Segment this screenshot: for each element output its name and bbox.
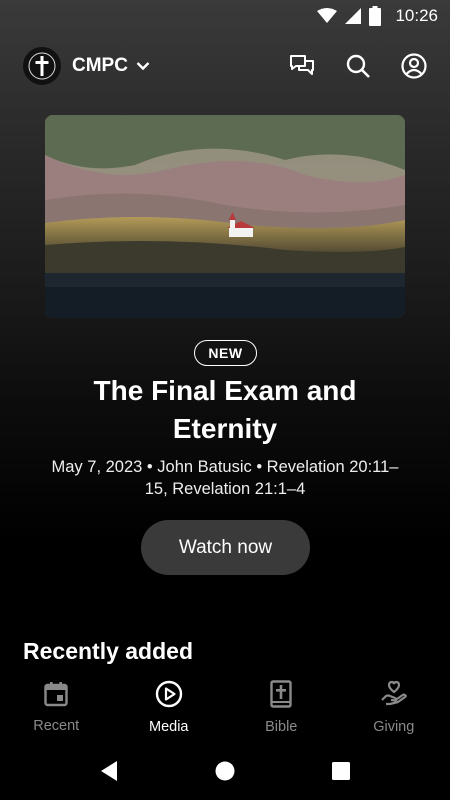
new-badge: NEW	[194, 340, 257, 366]
calendar-icon	[44, 681, 68, 712]
nav-label-media: Media	[149, 718, 189, 735]
chevron-down-icon[interactable]	[136, 61, 150, 71]
search-icon[interactable]	[344, 52, 372, 80]
sermon-title[interactable]: The Final Exam and Eternity	[40, 372, 410, 448]
status-time: 10:26	[395, 6, 438, 25]
recently-added-heading: Recently added	[23, 638, 193, 664]
wifi-icon	[317, 8, 338, 24]
nav-label-giving: Giving	[373, 718, 415, 735]
sermon-meta: May 7, 2023 • John Batusic • Revelation …	[51, 458, 399, 498]
battery-icon	[369, 6, 382, 26]
giving-hand-icon	[380, 680, 408, 713]
nav-item-media[interactable]: Media	[113, 672, 226, 742]
nav-item-recent[interactable]: Recent	[0, 672, 113, 742]
nav-label-recent: Recent	[33, 717, 80, 734]
status-bar: 10:26	[0, 0, 450, 32]
play-circle-icon	[155, 680, 183, 713]
nav-label-bible: Bible	[265, 718, 298, 735]
system-navigation-bar	[0, 742, 450, 800]
org-name[interactable]: CMPC	[72, 55, 128, 77]
home-icon[interactable]	[210, 756, 240, 786]
church-logo-icon[interactable]	[22, 46, 62, 86]
bottom-navigation: Recent Media Bible Giving	[0, 672, 450, 742]
bible-icon	[270, 679, 292, 713]
hero-image[interactable]	[45, 115, 405, 318]
account-icon[interactable]	[400, 52, 428, 80]
app-header: CMPC	[0, 42, 450, 90]
nav-item-bible[interactable]: Bible	[225, 672, 338, 742]
watch-now-button[interactable]: Watch now	[141, 520, 310, 575]
nav-item-giving[interactable]: Giving	[338, 672, 450, 742]
cellular-icon	[345, 8, 362, 24]
back-icon[interactable]	[94, 756, 124, 786]
chat-icon[interactable]	[288, 52, 316, 80]
recents-icon[interactable]	[326, 756, 356, 786]
